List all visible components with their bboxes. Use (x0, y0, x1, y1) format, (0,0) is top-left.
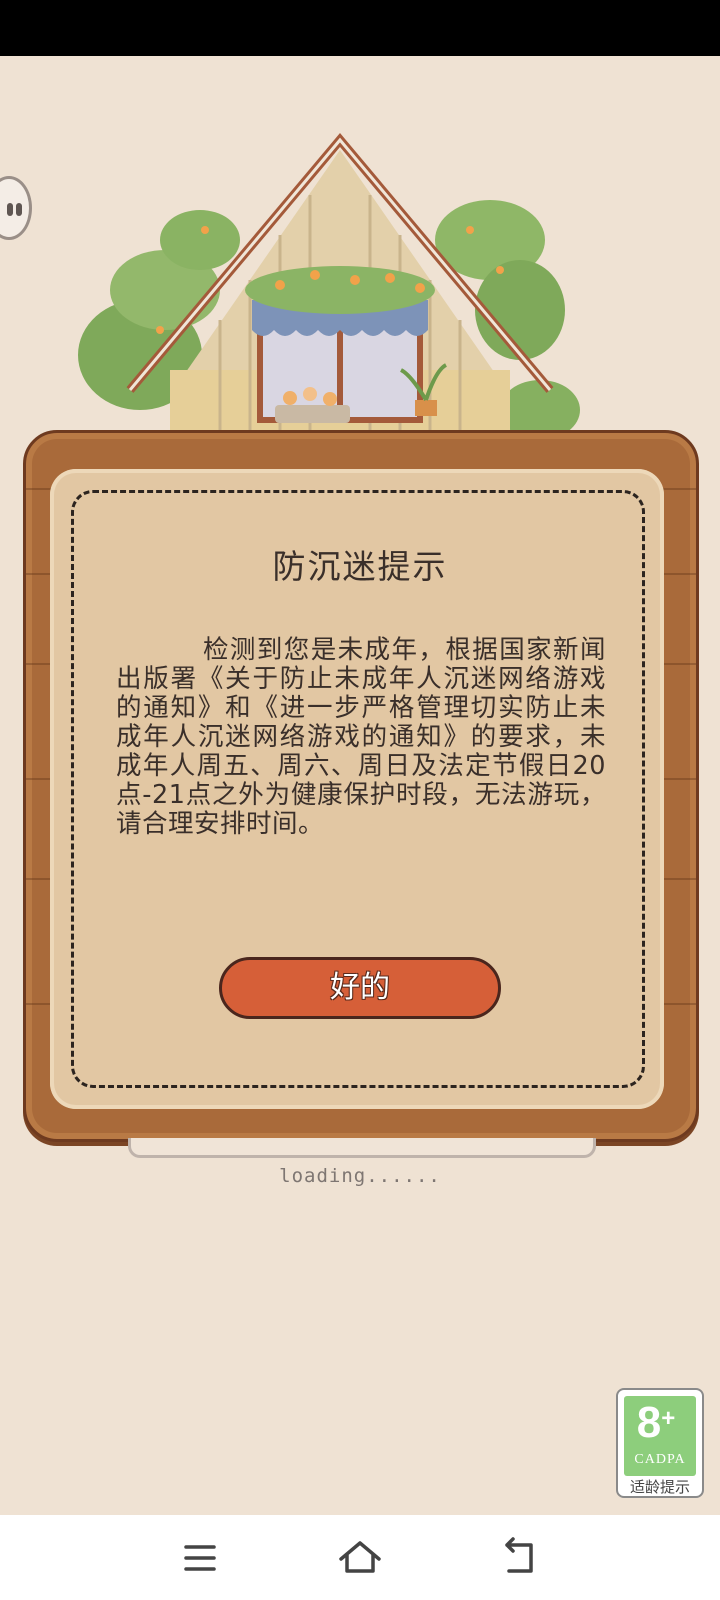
home-icon[interactable] (335, 1533, 385, 1583)
bubble-eye-icon (7, 203, 13, 216)
age-rating-badge[interactable]: 8+ CADPA 适龄提示 (616, 1388, 704, 1498)
back-icon[interactable] (495, 1533, 545, 1583)
dialog-message: 检测到您是未成年，根据国家新闻出版署《关于防止未成年人沉迷网络游戏的通知》和《进… (116, 635, 606, 839)
bubble-eye-icon (16, 203, 22, 216)
ok-button[interactable]: 好的 (219, 957, 501, 1019)
age-rating-caption: 适龄提示 (629, 1478, 690, 1496)
age-rating-org: CADPA (634, 1452, 686, 1467)
loading-progress-bar (128, 1138, 596, 1158)
status-bar (0, 0, 720, 56)
dialog-title: 防沉迷提示 (272, 547, 448, 586)
floating-assistant-bubble[interactable] (0, 176, 32, 240)
age-rating-number: 8+ (636, 1398, 676, 1447)
system-navigation-bar (0, 1515, 720, 1600)
house-illustration (78, 133, 580, 450)
menu-icon[interactable] (175, 1533, 225, 1583)
loading-text: loading...... (279, 1165, 441, 1187)
